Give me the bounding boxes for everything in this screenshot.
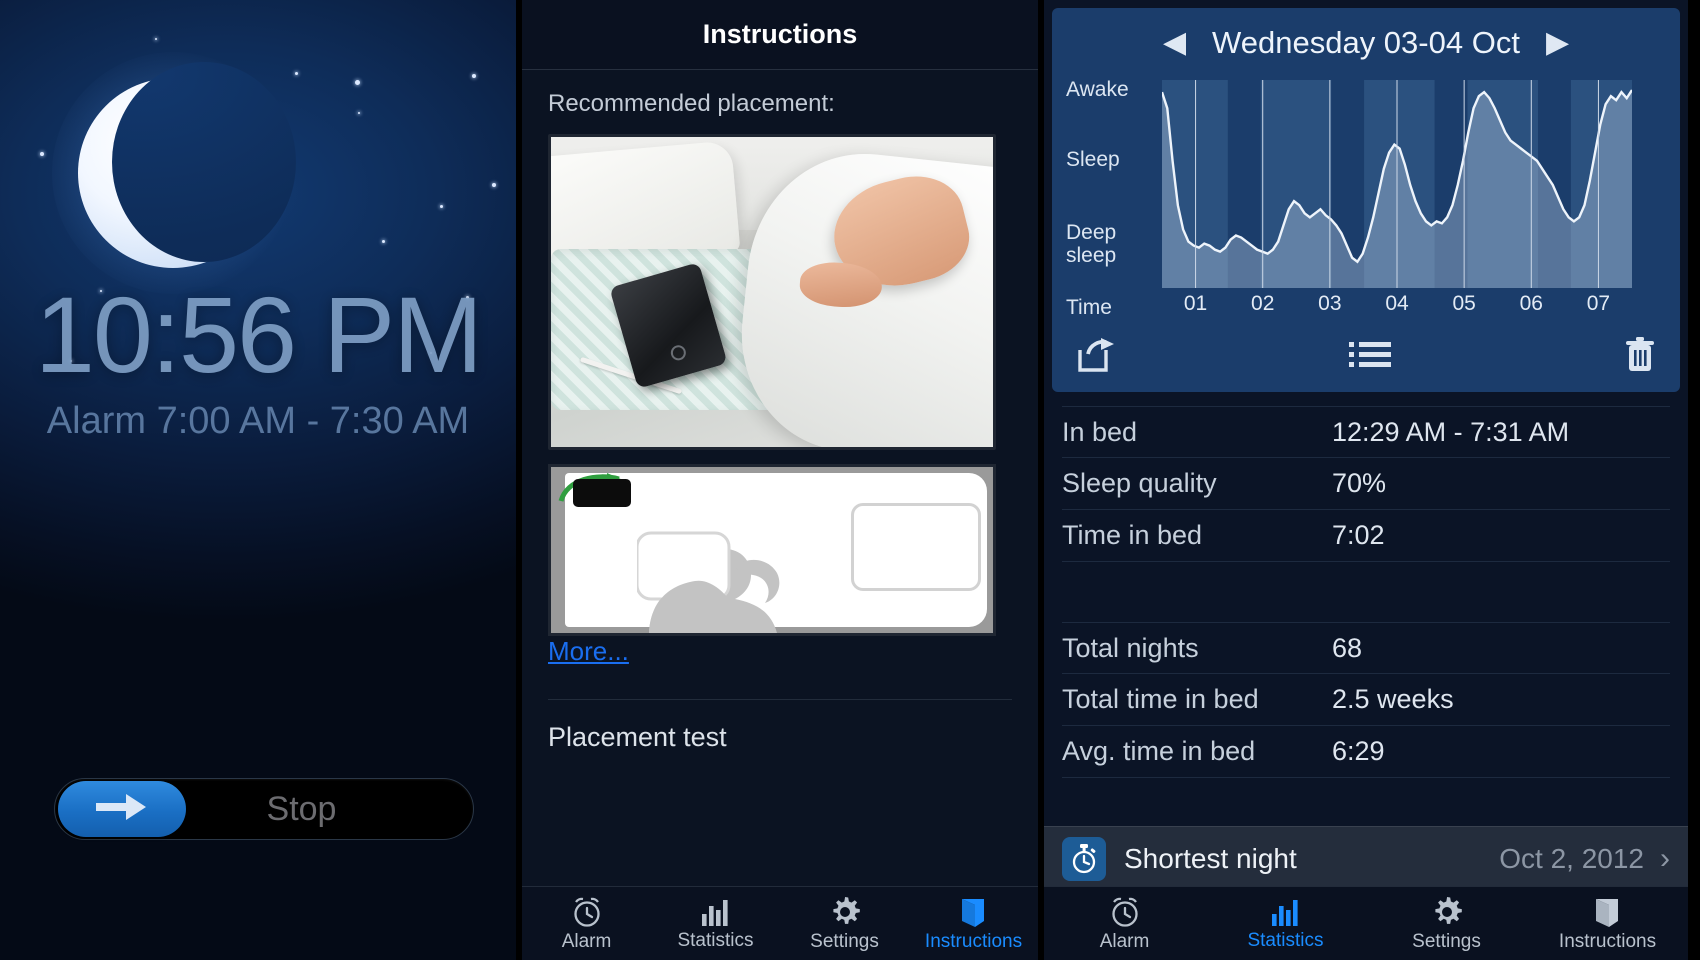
alarm-window-label: Alarm 7:00 AM - 7:30 AM [46, 400, 470, 442]
tabbar-instructions: Alarm Statistics Settings Instructions [522, 886, 1038, 960]
stopwatch-icon [1062, 836, 1106, 881]
tab-statistics[interactable]: Statistics [651, 896, 780, 952]
y-label-deep-sleep: Deep sleep [1066, 221, 1117, 267]
graph-toolbar [1062, 328, 1670, 382]
gear-icon [828, 895, 862, 929]
tab-statistics[interactable]: Statistics [1205, 896, 1366, 952]
alarm-clock-icon [570, 895, 604, 929]
stat-row: In bed 12:29 AM - 7:31 AM [1062, 406, 1670, 458]
stat-key: Sleep quality [1062, 468, 1217, 498]
share-icon[interactable] [1076, 338, 1116, 372]
triangle-right-icon[interactable]: ▶ [1546, 28, 1569, 58]
tab-instructions[interactable]: Instructions [1527, 895, 1688, 953]
tab-instructions[interactable]: Instructions [909, 895, 1038, 953]
y-label-awake: Awake [1066, 78, 1129, 101]
stat-key: Avg. time in bed [1062, 736, 1256, 766]
sleep-curve [1162, 80, 1632, 288]
person-silhouette-icon [637, 531, 780, 633]
x-tick-label: 02 [1251, 292, 1275, 315]
triangle-left-icon[interactable]: ◀ [1163, 28, 1186, 58]
x-tick-label: 04 [1385, 292, 1409, 315]
x-tick-label: 01 [1183, 292, 1208, 315]
book-icon [957, 895, 991, 929]
recommended-placement-label: Recommended placement: [548, 90, 835, 117]
x-tick-label: 05 [1452, 292, 1476, 315]
instructions-screen: Instructions Recommended placement: More… [516, 0, 1044, 960]
trash-icon[interactable] [1624, 337, 1656, 373]
alarm-clock-screen: 10:56 PM Alarm 7:00 AM - 7:30 AM Stop [0, 0, 516, 960]
stat-value: 6:29 [1332, 736, 1385, 766]
book-icon [1591, 895, 1625, 929]
date-navigator: ◀ Wednesday 03-04 Oct ▶ [1062, 16, 1670, 70]
bar-chart-icon [1269, 896, 1303, 928]
stat-key: Total nights [1062, 632, 1199, 663]
tab-label: Instructions [924, 930, 1023, 952]
statistics-screen: ◀ Wednesday 03-04 Oct ▶ Awake Sleep Deep… [1044, 0, 1688, 960]
tab-label: Alarm [1099, 930, 1150, 952]
stat-row: Time in bed 7:02 [1062, 510, 1670, 562]
stat-value: 7:02 [1332, 520, 1385, 550]
x-tick-label: 03 [1318, 292, 1342, 315]
tabbar-statistics: Alarm Statistics Settings Instructions [1044, 886, 1688, 960]
phone-under-pillow-photo[interactable] [548, 134, 996, 450]
sleep-graph[interactable]: Awake Sleep Deep sleep Time 01 02 03 04 05 06 0… [1062, 70, 1670, 328]
bar-chart-icon [699, 896, 733, 928]
tab-label: Statistics [1247, 929, 1324, 951]
current-time: 10:56 PM [34, 274, 483, 395]
record-label: Shortest night [1124, 842, 1297, 874]
record-date: Oct 2, 2012 [1499, 842, 1644, 874]
page-title: Instructions [702, 19, 858, 49]
selected-date: Wednesday 03-04 Oct [1212, 25, 1520, 60]
y-label-time: Time [1066, 296, 1112, 319]
stat-value: 68 [1332, 632, 1363, 663]
more-link[interactable]: More... [548, 636, 629, 666]
stop-alarm-slider[interactable]: Stop [54, 778, 474, 840]
stat-key: In bed [1062, 416, 1138, 447]
arrow-right-icon [94, 790, 150, 829]
stat-value: 2.5 weeks [1332, 684, 1454, 714]
graph-x-axis: 01 02 03 04 05 06 07 [1162, 292, 1632, 320]
stat-value: 12:29 AM - 7:31 AM [1332, 416, 1570, 447]
night-stats-table: In bed 12:29 AM - 7:31 AM Sleep quality 70%… [1062, 406, 1670, 562]
totals-stats-table: Total nights 68 Total time in bed 2.5 weeks… [1062, 622, 1670, 778]
stat-row: Sleep quality 70% [1062, 458, 1670, 510]
bed-placement-diagram[interactable] [548, 464, 996, 636]
stat-row: Avg. time in bed 6:29 [1062, 726, 1670, 778]
tab-label: Settings [810, 930, 879, 952]
instructions-navbar: Instructions [522, 0, 1038, 70]
stop-label: Stop [266, 789, 337, 828]
chevron-right-icon: › [1660, 841, 1670, 875]
alarm-clock-icon [1108, 895, 1142, 929]
crescent-moon-icon [52, 52, 296, 294]
gear-icon [1430, 895, 1464, 929]
tab-alarm[interactable]: Alarm [522, 895, 651, 953]
tab-label: Instructions [1558, 930, 1657, 952]
graph-y-labels: Awake Sleep Deep sleep Time [1066, 70, 1158, 319]
stat-value: 70% [1332, 468, 1387, 498]
tab-settings[interactable]: Settings [1366, 895, 1527, 953]
tab-settings[interactable]: Settings [780, 895, 909, 953]
tab-alarm[interactable]: Alarm [1044, 895, 1205, 953]
tab-label: Alarm [561, 930, 612, 952]
tab-label: Settings [1412, 930, 1481, 952]
stat-row: Total time in bed 2.5 weeks [1062, 674, 1670, 726]
slider-knob[interactable] [58, 781, 186, 837]
stat-key: Total time in bed [1062, 684, 1259, 714]
stat-row: Total nights 68 [1062, 622, 1670, 674]
placement-test-title: Placement test [548, 722, 727, 752]
three-screenshot-strip: 10:56 PM Alarm 7:00 AM - 7:30 AM Stop In… [0, 0, 1700, 960]
list-icon[interactable] [1349, 340, 1391, 370]
record-row-shortest-night[interactable]: Shortest night Oct 2, 2012 › [1044, 826, 1688, 890]
night-graph-card: ◀ Wednesday 03-04 Oct ▶ Awake Sleep Deep… [1052, 8, 1680, 392]
x-tick-label: 06 [1519, 292, 1543, 315]
stat-key: Time in bed [1062, 520, 1203, 550]
y-label-sleep: Sleep [1066, 148, 1120, 171]
tab-label: Statistics [677, 929, 754, 951]
x-tick-label: 07 [1586, 292, 1611, 315]
section-divider [548, 699, 1012, 700]
